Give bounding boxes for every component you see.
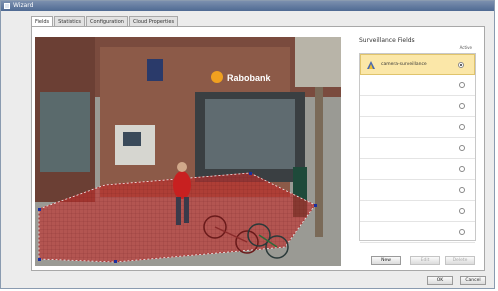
rabobank-emblem [211, 71, 223, 83]
field-active-radio[interactable] [458, 62, 464, 68]
entrance-glass [205, 99, 295, 169]
sky-right [295, 37, 341, 87]
new-field-button[interactable]: New [371, 256, 401, 265]
store-sign: Rabobank [227, 73, 272, 83]
field-active-radio[interactable] [459, 166, 465, 172]
camera-scene: Rabobank [35, 37, 341, 266]
app-icon [4, 3, 10, 9]
field-active-radio[interactable] [459, 124, 465, 130]
field-active-radio[interactable] [459, 103, 465, 109]
field-row[interactable] [360, 180, 475, 201]
cancel-button[interactable]: Cancel [460, 276, 486, 285]
camera-field-icon [367, 61, 375, 69]
field-row[interactable] [360, 75, 475, 96]
left-window [40, 92, 90, 172]
rabobank-logo-sign [147, 59, 163, 81]
field-row[interactable] [360, 96, 475, 117]
title-bar: Wizard [1, 1, 494, 11]
person-leg-left [176, 197, 181, 225]
field-row[interactable] [360, 138, 475, 159]
window-title: Wizard [13, 2, 34, 9]
zone-handle[interactable] [38, 258, 41, 261]
fields-title: Surveillance Fields [359, 37, 415, 44]
atm-screen [123, 132, 141, 146]
field-active-radio[interactable] [459, 145, 465, 151]
field-row[interactable] [360, 222, 475, 243]
person-head [177, 162, 187, 172]
field-name: camera-surveillance [381, 62, 427, 67]
camera-view[interactable]: Rabobank [35, 37, 341, 266]
ok-button[interactable]: OK [427, 276, 453, 285]
tab-cloud-properties[interactable]: Cloud Properties [128, 16, 179, 26]
field-row[interactable]: camera-surveillance [360, 54, 475, 75]
zone-handle[interactable] [249, 172, 252, 175]
field-active-radio[interactable] [459, 208, 465, 214]
zone-handle[interactable] [38, 208, 41, 211]
tab-statistics[interactable]: Statistics [54, 16, 86, 26]
fields-list: camera-surveillance [359, 53, 476, 243]
tab-panel: Rabobank Surveillance Fields Active came… [31, 26, 485, 271]
field-row[interactable] [360, 201, 475, 222]
person-leg-right [184, 197, 189, 223]
tab-configuration[interactable]: Configuration [86, 16, 128, 26]
zone-handle[interactable] [114, 260, 117, 263]
field-row[interactable] [360, 117, 475, 138]
field-active-radio[interactable] [459, 229, 465, 235]
zone-handle[interactable] [314, 204, 317, 207]
wizard-window: Wizard Fields Statistics Configuration C… [0, 0, 495, 289]
field-active-radio[interactable] [459, 82, 465, 88]
delete-field-button[interactable]: Delete [445, 256, 475, 265]
field-row[interactable] [360, 159, 475, 180]
active-column-header: Active [459, 45, 472, 50]
person-jacket [173, 171, 191, 199]
field-active-radio[interactable] [459, 187, 465, 193]
edit-field-button[interactable]: Edit [410, 256, 440, 265]
surveillance-fields-panel: Surveillance Fields Active camera-survei… [359, 37, 477, 265]
